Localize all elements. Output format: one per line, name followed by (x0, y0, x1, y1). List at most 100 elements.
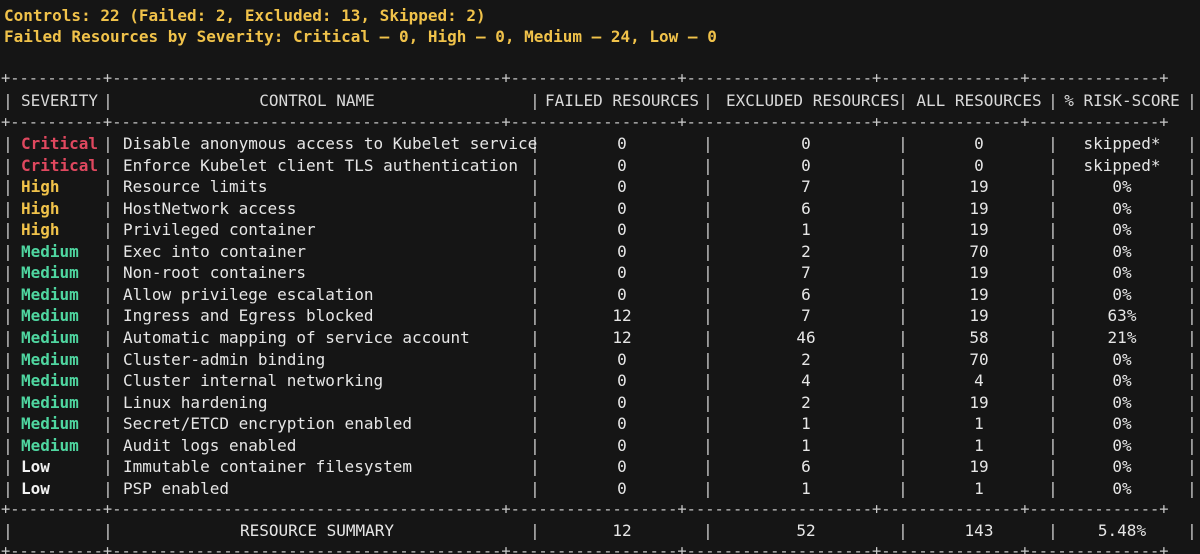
failed-resources-count: 12 (612, 328, 632, 347)
row-separator: | (103, 156, 113, 175)
severity-label: Medium (21, 263, 79, 282)
row-separator: | (530, 414, 540, 433)
row-separator: | (103, 393, 113, 412)
risk-score: 21% (1107, 328, 1137, 347)
severity-label: High (21, 220, 60, 239)
row-separator: | (703, 306, 713, 325)
all-resources-count: 19 (969, 199, 989, 218)
excluded-resources-count: 7 (801, 306, 811, 325)
severity-label: Medium (21, 328, 79, 347)
risk-score: 0% (1112, 242, 1132, 261)
risk-score: 0% (1112, 350, 1132, 369)
risk-score: 0% (1112, 199, 1132, 218)
all-resources-count: 1 (974, 436, 984, 455)
row-separator: | (103, 242, 113, 261)
summary-excluded-resources: 52 (796, 521, 816, 540)
row-separator: | (703, 156, 713, 175)
severity-label: Critical (21, 156, 99, 175)
row-separator: | (530, 371, 540, 390)
severity-label: High (21, 199, 60, 218)
row-separator: | (703, 393, 713, 412)
control-name: Ingress and Egress blocked (123, 306, 374, 325)
all-resources-count: 58 (969, 328, 989, 347)
row-separator: | (103, 414, 113, 433)
risk-score: 0% (1112, 414, 1132, 433)
row-separator: | (3, 479, 13, 498)
row-separator: | (3, 177, 13, 196)
row-separator: | (530, 156, 540, 175)
excluded-resources-count: 2 (801, 393, 811, 412)
summary-all-resources: 143 (964, 521, 994, 540)
control-name: Immutable container filesystem (123, 457, 412, 476)
row-separator: | (103, 436, 113, 455)
row-separator: | (703, 199, 713, 218)
column-header-severity: SEVERITY (21, 91, 99, 110)
row-separator: | (103, 285, 113, 304)
row-separator: | (530, 220, 540, 239)
row-separator: | (530, 479, 540, 498)
footer-separator: | (703, 521, 713, 540)
severity-label: Low (21, 457, 50, 476)
row-separator: | (3, 350, 13, 369)
risk-score: 0% (1112, 436, 1132, 455)
footer-separator: | (530, 521, 540, 540)
risk-score: 0% (1112, 263, 1132, 282)
row-separator: | (530, 242, 540, 261)
all-resources-count: 1 (974, 414, 984, 433)
row-separator: | (103, 134, 113, 153)
excluded-resources-count: 6 (801, 285, 811, 304)
row-separator: | (3, 220, 13, 239)
row-separator: | (703, 177, 713, 196)
row-separator: | (103, 479, 113, 498)
row-separator: | (103, 220, 113, 239)
control-name: Disable anonymous access to Kubelet serv… (123, 134, 538, 153)
column-header-all-resources: ALL RESOURCES (916, 91, 1042, 110)
severity-label: Low (21, 479, 50, 498)
control-name: Allow privilege escalation (123, 285, 374, 304)
excluded-resources-count: 2 (801, 242, 811, 261)
severity-label: Medium (21, 436, 79, 455)
risk-score: 0% (1112, 393, 1132, 412)
row-separator: | (103, 306, 113, 325)
row-separator: | (3, 285, 13, 304)
row-separator: | (103, 177, 113, 196)
row-separator: | (530, 328, 540, 347)
row-separator: | (103, 263, 113, 282)
control-name: Non-root containers (123, 263, 307, 282)
risk-score: skipped* (1083, 134, 1161, 153)
severity-label: Medium (21, 414, 79, 433)
resource-summary-label: RESOURCE SUMMARY (239, 521, 395, 540)
severity-label: Medium (21, 242, 79, 261)
failed-resources-count: 0 (617, 393, 627, 412)
severity-label: Medium (21, 393, 79, 412)
row-separator: | (3, 328, 13, 347)
all-resources-count: 19 (969, 393, 989, 412)
control-name: Cluster-admin binding (123, 350, 326, 369)
control-name: Resource limits (123, 177, 268, 196)
excluded-resources-count: 1 (801, 479, 811, 498)
failed-resources-count: 0 (617, 263, 627, 282)
row-separator: | (3, 263, 13, 282)
risk-score: 0% (1112, 285, 1132, 304)
row-separator: | (703, 479, 713, 498)
all-resources-count: 19 (969, 177, 989, 196)
terminal-window: Controls: 22 (Failed: 2, Excluded: 13, S… (0, 0, 1200, 554)
footer-separator: | (3, 521, 13, 540)
excluded-resources-count: 0 (801, 134, 811, 153)
row-separator: | (530, 436, 540, 455)
row-separator: | (530, 393, 540, 412)
row-separator: | (703, 457, 713, 476)
all-resources-count: 1 (974, 479, 984, 498)
row-separator: | (3, 156, 13, 175)
column-header-excluded-resources: EXCLUDED RESOURCES (726, 91, 900, 110)
table-top-border: +----------+----------------------------… (1, 71, 1169, 87)
row-separator: | (103, 199, 113, 218)
row-separator: | (703, 328, 713, 347)
row-separator: | (530, 177, 540, 196)
all-resources-count: 0 (974, 134, 984, 153)
control-name: Exec into container (123, 242, 307, 261)
failed-resources-count: 0 (617, 436, 627, 455)
excluded-resources-count: 1 (801, 436, 811, 455)
row-separator: | (103, 371, 113, 390)
row-separator: | (530, 199, 540, 218)
